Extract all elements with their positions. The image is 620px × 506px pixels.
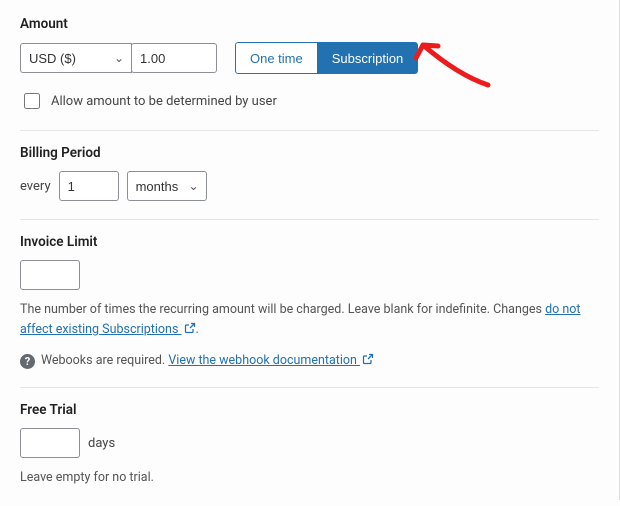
billing-prefix: every <box>20 179 51 194</box>
free-trial-label: Free Trial <box>20 402 599 418</box>
webhook-text: Webooks are required. <box>41 353 168 368</box>
free-trial-help: Leave empty for no trial. <box>20 468 599 488</box>
amount-input[interactable] <box>131 43 217 73</box>
invoice-limit-input[interactable] <box>20 260 80 290</box>
billing-period-label: Billing Period <box>20 145 599 161</box>
allow-user-amount-checkbox[interactable] <box>24 93 40 109</box>
invoice-limit-label: Invoice Limit <box>20 234 599 250</box>
invoice-help-suffix: . <box>196 322 199 337</box>
one-time-toggle[interactable]: One time <box>235 42 318 74</box>
subscription-toggle[interactable]: Subscription <box>317 42 419 74</box>
invoice-help-text: The number of times the recurring amount… <box>20 302 545 317</box>
free-trial-suffix: days <box>88 436 115 451</box>
webhook-doc-link[interactable]: View the webhook documentation <box>168 353 374 368</box>
allow-user-amount-label: Allow amount to be determined by user <box>51 94 277 109</box>
external-link-icon <box>362 353 374 369</box>
free-trial-input[interactable] <box>20 428 80 458</box>
amount-label: Amount <box>20 16 599 32</box>
question-icon: ? <box>20 354 35 369</box>
billing-interval-input[interactable] <box>59 171 119 201</box>
external-link-icon <box>184 321 196 341</box>
currency-select[interactable]: USD ($) <box>20 43 132 73</box>
billing-unit-select[interactable]: months <box>127 171 207 201</box>
